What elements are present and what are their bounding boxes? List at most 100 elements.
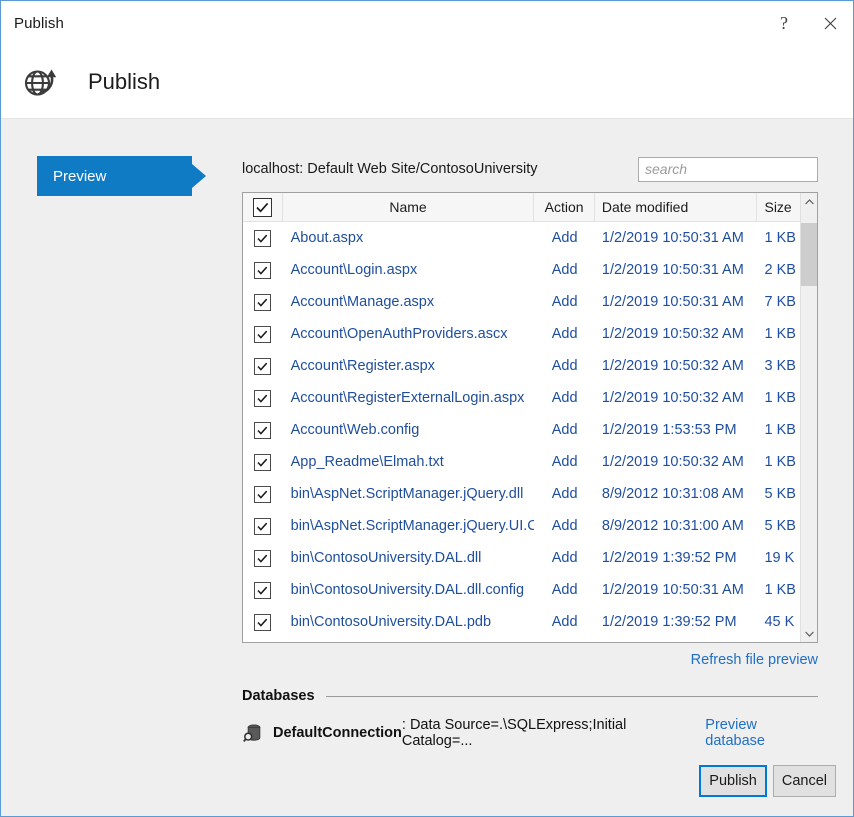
row-checkbox[interactable] xyxy=(254,518,271,535)
row-checkbox-cell[interactable] xyxy=(243,582,283,599)
search-input[interactable] xyxy=(638,157,818,182)
column-header-name[interactable]: Name xyxy=(283,193,535,221)
cell-name[interactable]: Account\Register.aspx xyxy=(283,358,535,374)
cell-action[interactable]: Add xyxy=(534,518,594,534)
cell-name[interactable]: App_Readme\Elmah.txt xyxy=(283,454,535,470)
table-row[interactable]: bin\ContosoUniversity.DAL.dllAdd1/2/2019… xyxy=(243,542,817,574)
checkmark-icon xyxy=(257,394,268,403)
row-checkbox[interactable] xyxy=(254,230,271,247)
table-row[interactable]: App_Readme\Elmah.txtAdd1/2/2019 10:50:32… xyxy=(243,446,817,478)
row-checkbox[interactable] xyxy=(254,582,271,599)
row-checkbox[interactable] xyxy=(254,614,271,631)
row-checkbox-cell[interactable] xyxy=(243,454,283,471)
cell-name[interactable]: Account\Web.config xyxy=(283,422,535,438)
help-button[interactable]: ? xyxy=(761,1,807,45)
preview-pane-header: localhost: Default Web Site/ContosoUnive… xyxy=(242,156,818,182)
row-checkbox-cell[interactable] xyxy=(243,486,283,503)
cell-action[interactable]: Add xyxy=(534,230,594,246)
table-row[interactable]: Account\RegisterExternalLogin.aspxAdd1/2… xyxy=(243,382,817,414)
cell-name[interactable]: Account\RegisterExternalLogin.aspx xyxy=(283,390,535,406)
database-connection-string: : Data Source=.\SQLExpress;Initial Catal… xyxy=(402,717,694,749)
cell-action[interactable]: Add xyxy=(534,294,594,310)
table-row[interactable]: bin\AspNet.ScriptManager.jQuery.UI.CAdd8… xyxy=(243,510,817,542)
select-all-header-cell[interactable] xyxy=(243,193,283,221)
cell-name[interactable]: bin\ContosoUniversity.DAL.dll.config xyxy=(283,582,535,598)
row-checkbox-cell[interactable] xyxy=(243,358,283,375)
table-row[interactable]: About.aspxAdd1/2/2019 10:50:31 AM1 KB xyxy=(243,222,817,254)
cell-name[interactable]: Account\Manage.aspx xyxy=(283,294,535,310)
row-checkbox[interactable] xyxy=(254,326,271,343)
row-checkbox[interactable] xyxy=(254,486,271,503)
cell-action[interactable]: Add xyxy=(534,486,594,502)
cell-action[interactable]: Add xyxy=(534,550,594,566)
checkmark-icon xyxy=(257,522,268,531)
cell-name[interactable]: bin\AspNet.ScriptManager.jQuery.UI.C xyxy=(283,518,535,534)
select-all-checkbox[interactable] xyxy=(253,198,272,217)
cell-action[interactable]: Add xyxy=(534,358,594,374)
column-header-date[interactable]: Date modified xyxy=(595,193,758,221)
column-header-action[interactable]: Action xyxy=(534,193,594,221)
table-row[interactable]: Account\Manage.aspxAdd1/2/2019 10:50:31 … xyxy=(243,286,817,318)
row-checkbox-cell[interactable] xyxy=(243,230,283,247)
sidebar-item-preview[interactable]: Preview xyxy=(37,156,192,196)
cancel-button[interactable]: Cancel xyxy=(773,765,836,797)
scroll-down-button[interactable] xyxy=(801,625,817,642)
row-checkbox[interactable] xyxy=(254,390,271,407)
row-checkbox[interactable] xyxy=(254,294,271,311)
cell-name[interactable]: Account\OpenAuthProviders.ascx xyxy=(283,326,535,342)
cell-action[interactable]: Add xyxy=(534,326,594,342)
table-row[interactable]: Account\OpenAuthProviders.ascxAdd1/2/201… xyxy=(243,318,817,350)
file-list-rows: About.aspxAdd1/2/2019 10:50:31 AM1 KBAcc… xyxy=(243,222,817,642)
table-row[interactable]: bin\AspNet.ScriptManager.jQuery.dllAdd8/… xyxy=(243,478,817,510)
file-list-header: Name Action Date modified Size xyxy=(243,193,817,222)
row-checkbox[interactable] xyxy=(254,358,271,375)
close-button[interactable] xyxy=(807,1,853,45)
cell-name[interactable]: About.aspx xyxy=(283,230,535,246)
vertical-scrollbar[interactable] xyxy=(800,193,817,642)
cell-action[interactable]: Add xyxy=(534,390,594,406)
cell-name[interactable]: bin\ContosoUniversity.DAL.dll xyxy=(283,550,535,566)
refresh-file-preview-link[interactable]: Refresh file preview xyxy=(691,652,818,668)
table-row[interactable]: Account\Login.aspxAdd1/2/2019 10:50:31 A… xyxy=(243,254,817,286)
row-checkbox-cell[interactable] xyxy=(243,294,283,311)
row-checkbox[interactable] xyxy=(254,262,271,279)
cell-date: 1/2/2019 10:50:31 AM xyxy=(595,582,758,598)
cell-name[interactable]: Account\Login.aspx xyxy=(283,262,535,278)
scroll-up-button[interactable] xyxy=(801,193,817,210)
row-checkbox-cell[interactable] xyxy=(243,262,283,279)
checkmark-icon xyxy=(256,202,269,213)
row-checkbox[interactable] xyxy=(254,550,271,567)
cell-action[interactable]: Add xyxy=(534,262,594,278)
table-row[interactable]: Account\Register.aspxAdd1/2/2019 10:50:3… xyxy=(243,350,817,382)
table-row[interactable]: Account\Web.configAdd1/2/2019 1:53:53 PM… xyxy=(243,414,817,446)
cell-action[interactable]: Add xyxy=(534,582,594,598)
database-connection-row: DefaultConnection : Data Source=.\SQLExp… xyxy=(242,717,818,749)
table-row[interactable]: bin\ContosoUniversity.DAL.pdbAdd1/2/2019… xyxy=(243,606,817,638)
row-checkbox-cell[interactable] xyxy=(243,326,283,343)
row-checkbox-cell[interactable] xyxy=(243,390,283,407)
dialog-body: Preview localhost: Default Web Site/Cont… xyxy=(2,120,852,815)
cell-action[interactable]: Add xyxy=(534,422,594,438)
checkmark-icon xyxy=(257,330,268,339)
table-row[interactable]: bin\ContosoUniversity.DAL.dll.configAdd1… xyxy=(243,574,817,606)
row-checkbox-cell[interactable] xyxy=(243,550,283,567)
cell-date: 1/2/2019 10:50:32 AM xyxy=(595,326,758,342)
scrollbar-thumb[interactable] xyxy=(801,223,817,286)
cell-action[interactable]: Add xyxy=(534,454,594,470)
cell-date: 8/9/2012 10:31:08 AM xyxy=(595,486,758,502)
publish-button[interactable]: Publish xyxy=(699,765,767,797)
cell-date: 1/2/2019 10:50:31 AM xyxy=(595,230,758,246)
cell-action[interactable]: Add xyxy=(534,614,594,630)
row-checkbox-cell[interactable] xyxy=(243,422,283,439)
row-checkbox[interactable] xyxy=(254,454,271,471)
row-checkbox-cell[interactable] xyxy=(243,518,283,535)
globe-publish-icon xyxy=(19,61,61,103)
cell-name[interactable]: bin\AspNet.ScriptManager.jQuery.dll xyxy=(283,486,535,502)
cell-name[interactable]: bin\ContosoUniversity.DAL.pdb xyxy=(283,614,535,630)
cell-date: 1/2/2019 1:39:52 PM xyxy=(595,614,758,630)
preview-database-link[interactable]: Preview database xyxy=(705,717,818,749)
row-checkbox[interactable] xyxy=(254,422,271,439)
sidebar-item-label: Preview xyxy=(37,168,106,185)
row-checkbox-cell[interactable] xyxy=(243,614,283,631)
checkmark-icon xyxy=(257,234,268,243)
